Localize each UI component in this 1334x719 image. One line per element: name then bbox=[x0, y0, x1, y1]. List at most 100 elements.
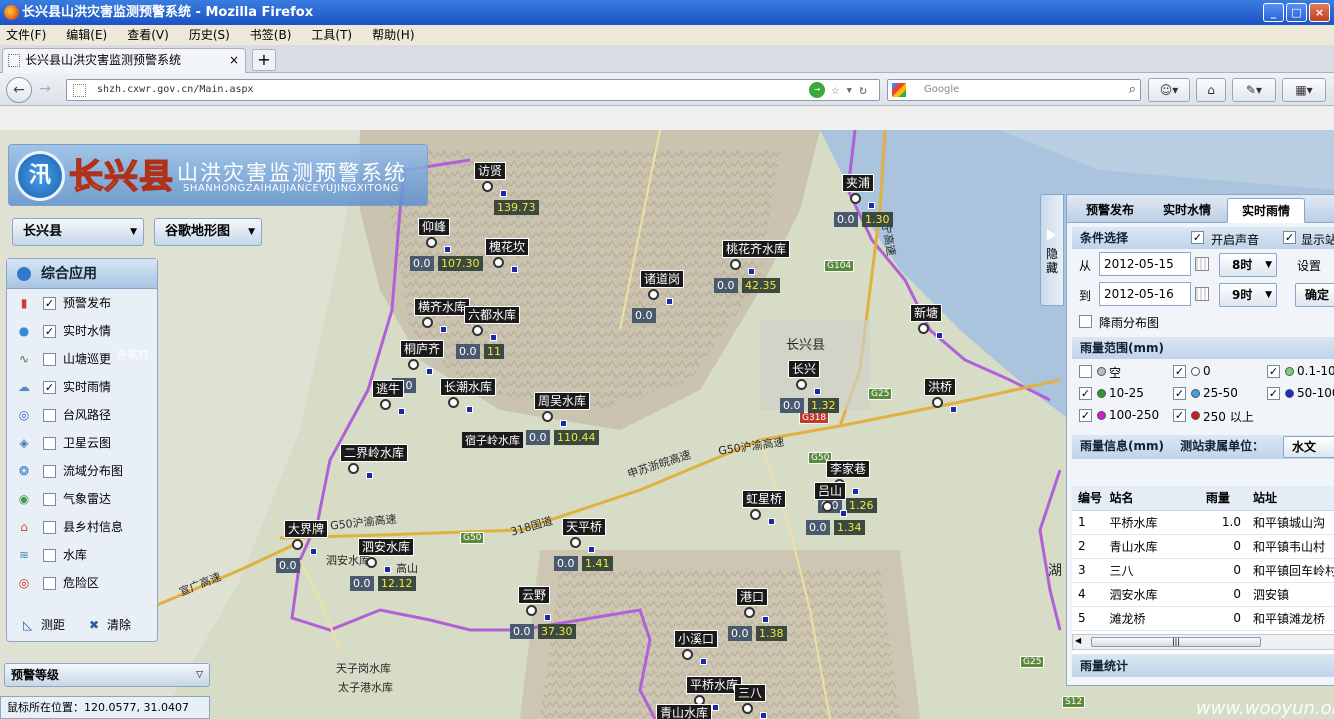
tools-button[interactable]: ✎▾ bbox=[1232, 78, 1276, 102]
distribution-checkbox[interactable] bbox=[1079, 315, 1092, 328]
rain-gauge-marker[interactable] bbox=[444, 246, 451, 253]
station-label[interactable]: 周吴水库 bbox=[534, 392, 591, 410]
browser-tab[interactable]: 长兴县山洪灾害监测预警系统 × bbox=[2, 48, 246, 73]
confirm-button[interactable]: 确定 bbox=[1295, 283, 1334, 307]
home-button[interactable]: ⌂ bbox=[1196, 78, 1226, 102]
rain-gauge-marker[interactable] bbox=[490, 334, 497, 341]
range-checkbox[interactable]: ✓ bbox=[1079, 409, 1092, 422]
menu-history[interactable]: 历史(S) bbox=[189, 25, 230, 45]
layer-checkbox[interactable] bbox=[43, 465, 56, 478]
station-marker[interactable] bbox=[380, 399, 391, 410]
unit-select[interactable]: 水文 bbox=[1283, 436, 1334, 458]
tab-realtime-rain[interactable]: 实时雨情 bbox=[1227, 198, 1305, 223]
station-marker[interactable] bbox=[742, 703, 753, 714]
layer-item[interactable]: ⌂ 县乡村信息 bbox=[7, 513, 157, 541]
layer-item[interactable]: ◎ 危险区 bbox=[7, 569, 157, 597]
to-hour-select[interactable]: 9时 ▼ bbox=[1219, 283, 1277, 307]
layer-item[interactable]: ◉ 气象雷达 bbox=[7, 485, 157, 513]
station-marker[interactable] bbox=[682, 649, 693, 660]
layer-checkbox[interactable] bbox=[43, 493, 56, 506]
table-row[interactable]: 2 青山水库 0 和平镇韦山村 bbox=[1072, 534, 1334, 559]
range-checkbox[interactable]: ✓ bbox=[1173, 387, 1186, 400]
layer-checkbox[interactable] bbox=[43, 437, 56, 450]
rain-gauge-marker[interactable] bbox=[814, 388, 821, 395]
rain-gauge-marker[interactable] bbox=[712, 704, 719, 711]
menu-tools[interactable]: 工具(T) bbox=[311, 25, 352, 45]
tab-warning-release[interactable]: 预警发布 bbox=[1073, 198, 1147, 223]
range-checkbox[interactable] bbox=[1079, 365, 1092, 378]
range-checkbox[interactable]: ✓ bbox=[1267, 387, 1280, 400]
table-row[interactable]: 4 泗安水库 0 泗安镇 bbox=[1072, 582, 1334, 607]
layer-checkbox[interactable]: ✓ bbox=[43, 381, 56, 394]
station-label[interactable]: 青山水库 bbox=[656, 704, 713, 719]
rain-gauge-marker[interactable] bbox=[666, 298, 673, 305]
rain-gauge-marker[interactable] bbox=[768, 518, 775, 525]
menu-edit[interactable]: 编辑(E) bbox=[66, 25, 107, 45]
station-marker[interactable] bbox=[422, 317, 433, 328]
station-label[interactable]: 诸道岗 bbox=[640, 270, 685, 288]
column-header[interactable]: 站名 bbox=[1103, 486, 1200, 511]
range-checkbox[interactable]: ✓ bbox=[1173, 409, 1186, 422]
hide-panel-button[interactable]: 隐藏 bbox=[1040, 194, 1064, 306]
station-label[interactable]: 槐花坎 bbox=[485, 238, 530, 256]
station-marker[interactable] bbox=[648, 289, 659, 300]
go-icon[interactable]: → bbox=[809, 82, 825, 98]
layer-item[interactable]: ◎ 台风路径 bbox=[7, 401, 157, 429]
station-label[interactable]: 洪桥 bbox=[924, 378, 957, 396]
warning-level-control[interactable]: 预警等级 ▽ bbox=[4, 663, 210, 687]
station-marker[interactable] bbox=[730, 259, 741, 270]
from-hour-select[interactable]: 8时 ▼ bbox=[1219, 253, 1277, 277]
maximize-button[interactable]: □ bbox=[1286, 3, 1307, 22]
station-label[interactable]: 横齐水库 bbox=[414, 298, 471, 316]
station-marker[interactable] bbox=[426, 237, 437, 248]
range-checkbox[interactable]: ✓ bbox=[1267, 365, 1280, 378]
station-label[interactable]: 访贤 bbox=[474, 162, 507, 180]
range-checkbox[interactable]: ✓ bbox=[1079, 387, 1092, 400]
from-date-input[interactable]: 2012-05-15 bbox=[1099, 252, 1191, 276]
station-label[interactable]: 小溪口 bbox=[674, 630, 719, 648]
station-marker[interactable] bbox=[850, 193, 861, 204]
tab-realtime-water[interactable]: 实时水情 bbox=[1149, 198, 1225, 223]
layer-item[interactable]: ❂ 流域分布图 bbox=[7, 457, 157, 485]
rain-gauge-marker[interactable] bbox=[760, 712, 767, 719]
calendar-icon[interactable] bbox=[1195, 287, 1209, 301]
layer-checkbox[interactable] bbox=[43, 353, 56, 366]
station-marker[interactable] bbox=[448, 397, 459, 408]
table-horizontal-scrollbar[interactable]: ◀ ||| bbox=[1072, 634, 1334, 650]
rain-gauge-marker[interactable] bbox=[936, 332, 943, 339]
bookmark-star-icon[interactable]: ☆▾↻ bbox=[832, 81, 873, 101]
layer-checkbox[interactable] bbox=[43, 577, 56, 590]
map-area[interactable]: 汛 长兴县 山洪灾害监测预警系统 SHANHONGZAIHAIJIANCEYUJ… bbox=[0, 130, 1334, 719]
station-label[interactable]: 夹浦 bbox=[842, 174, 875, 192]
station-marker[interactable] bbox=[796, 379, 807, 390]
station-label[interactable]: 三八 bbox=[734, 684, 767, 702]
station-marker[interactable] bbox=[918, 323, 929, 334]
layer-item[interactable]: ● ✓ 实时水情 bbox=[7, 317, 157, 345]
station-label[interactable]: 云野 bbox=[518, 586, 551, 604]
scroll-left-icon[interactable]: ◀ bbox=[1075, 636, 1081, 645]
range-checkbox[interactable]: ✓ bbox=[1173, 365, 1186, 378]
clear-button[interactable]: 清除 bbox=[107, 609, 131, 641]
layer-item[interactable]: ☁ ✓ 实时雨情 bbox=[7, 373, 157, 401]
rain-gauge-marker[interactable] bbox=[560, 420, 567, 427]
station-label[interactable]: 港口 bbox=[736, 588, 769, 606]
measure-button[interactable]: 测距 bbox=[41, 618, 65, 632]
table-row[interactable]: 3 三八 0 和平镇回车岭村 bbox=[1072, 558, 1334, 583]
rain-gauge-marker[interactable] bbox=[762, 616, 769, 623]
station-label[interactable]: 逃牛 bbox=[372, 380, 405, 398]
sound-checkbox[interactable]: ✓ bbox=[1191, 231, 1204, 244]
layer-checkbox[interactable]: ✓ bbox=[43, 297, 56, 310]
table-row[interactable]: 1 平桥水库 1.0 和平镇城山沟 bbox=[1072, 510, 1334, 535]
station-marker[interactable] bbox=[472, 325, 483, 336]
menu-bookmarks[interactable]: 书签(B) bbox=[250, 25, 292, 45]
rain-gauge-marker[interactable] bbox=[748, 268, 755, 275]
station-marker[interactable] bbox=[348, 463, 359, 474]
map-type-select[interactable]: 谷歌地形图 ▼ bbox=[154, 218, 262, 246]
station-marker[interactable] bbox=[526, 605, 537, 616]
layer-checkbox[interactable]: ✓ bbox=[43, 325, 56, 338]
search-bar[interactable]: Google ⌕ bbox=[887, 79, 1141, 101]
rain-gauge-marker[interactable] bbox=[500, 190, 507, 197]
column-header[interactable]: 雨量 bbox=[1199, 486, 1247, 511]
calendar-icon[interactable] bbox=[1195, 257, 1209, 271]
station-marker[interactable] bbox=[493, 257, 504, 268]
